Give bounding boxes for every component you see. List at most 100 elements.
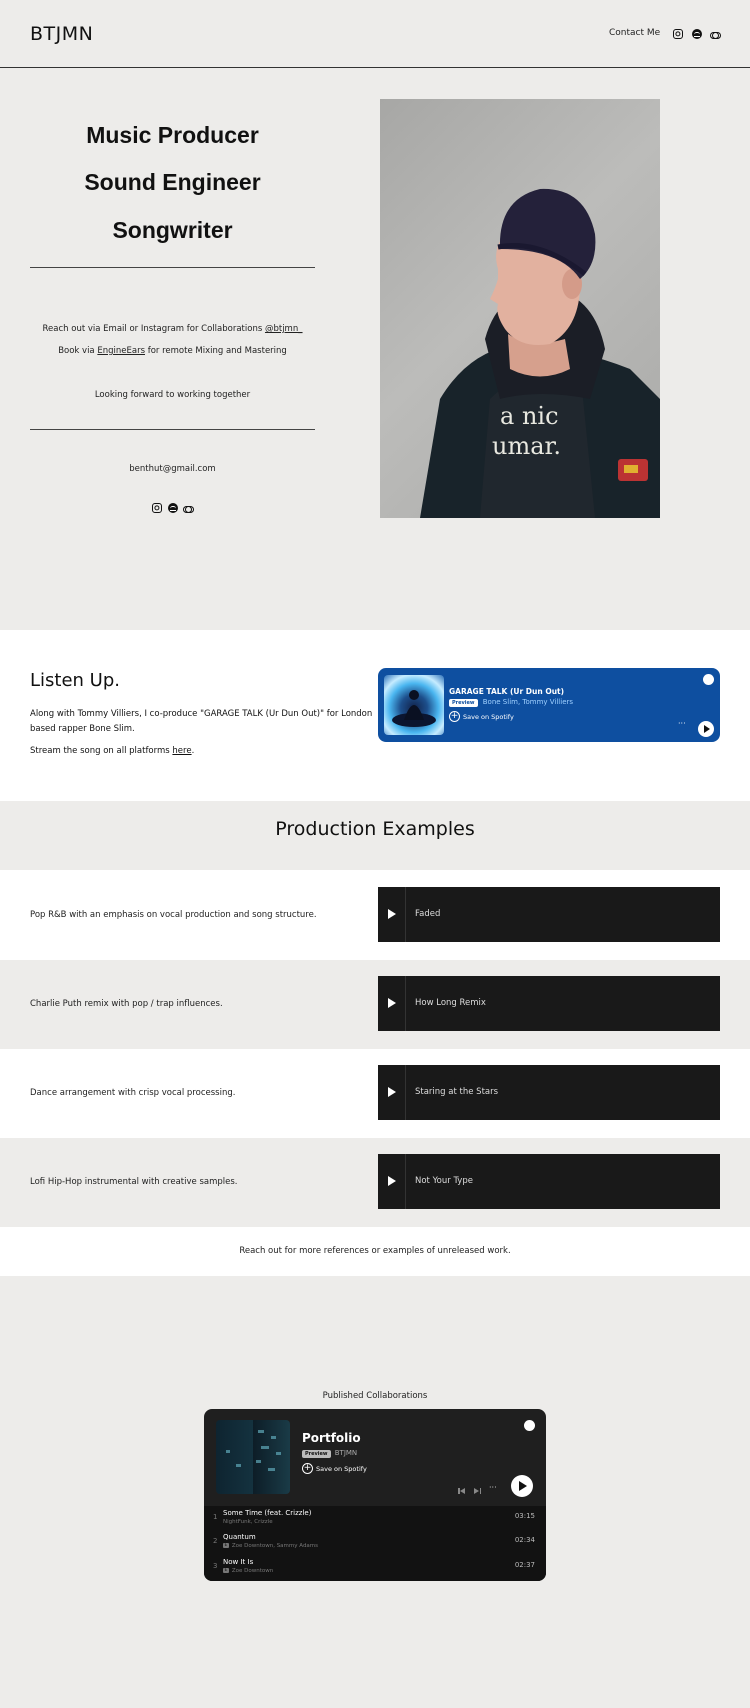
- stream-prefix: Stream the song on all platforms: [30, 746, 170, 756]
- spotify-icon[interactable]: [692, 29, 702, 39]
- more-options-button[interactable]: ···: [489, 1483, 497, 1492]
- engineears-link[interactable]: EngineEars: [97, 346, 145, 356]
- preview-badge: Preview: [449, 699, 478, 707]
- embed-artists-line: Preview Bone Slim, Tommy Villiers: [449, 698, 573, 707]
- save-on-spotify-button[interactable]: + Save on Spotify: [302, 1463, 367, 1474]
- listen-paragraph: Along with Tommy Villiers, I co-produce …: [30, 709, 373, 734]
- preview-badge: Preview: [302, 1450, 331, 1458]
- instagram-icon[interactable]: [673, 29, 683, 39]
- save-label: Save on Spotify: [463, 712, 514, 721]
- production-row-desc: Charlie Puth remix with pop / trap influ…: [30, 999, 223, 1009]
- book-text: Book via EngineEars for remote Mixing an…: [30, 346, 315, 356]
- audio-track-title: Not Your Type: [415, 1176, 473, 1186]
- play-button[interactable]: [378, 1154, 406, 1209]
- reach-out-text: Reach out for more references or example…: [239, 1246, 511, 1256]
- album-art-figure: [392, 690, 436, 727]
- production-title: Production Examples: [275, 818, 475, 840]
- audio-player: Staring at the Stars: [378, 1065, 720, 1120]
- svg-text:a nic: a nic: [500, 402, 559, 430]
- prev-arrow-icon: [460, 1488, 465, 1494]
- track-row[interactable]: 2 Quantum E Zoe Downtown, Sammy Adams 02:…: [204, 1533, 546, 1557]
- track-number: 3: [213, 1562, 218, 1570]
- playlist-tracklist: 1 Some Time (feat. Crizzle) NightFunk, C…: [204, 1506, 546, 1581]
- collab-text: Reach out via Email or Instagram for Col…: [30, 324, 315, 334]
- stream-text: Stream the song on all platforms here.: [30, 744, 375, 759]
- track-row[interactable]: 1 Some Time (feat. Crizzle) NightFunk, C…: [204, 1509, 546, 1533]
- save-label: Save on Spotify: [316, 1464, 367, 1473]
- track-name[interactable]: Quantum: [223, 1533, 256, 1541]
- link-icon[interactable]: [710, 29, 721, 39]
- play-button[interactable]: [378, 887, 406, 942]
- track-row[interactable]: 3 Now It Is E Zoe Downtown 02:37: [204, 1558, 546, 1581]
- playlist-title[interactable]: Portfolio: [302, 1431, 361, 1445]
- audio-track-title: Staring at the Stars: [415, 1087, 499, 1097]
- more-options-button[interactable]: ···: [678, 719, 686, 728]
- site-header: BTJMN Contact Me: [0, 0, 750, 68]
- contact-me-link[interactable]: Contact Me: [609, 28, 660, 38]
- embed-artists[interactable]: Bone Slim, Tommy Villiers: [483, 698, 573, 706]
- listen-title: Listen Up.: [30, 670, 120, 691]
- play-button[interactable]: [378, 1065, 406, 1120]
- spotify-logo-icon[interactable]: [524, 1420, 535, 1431]
- instagram-icon[interactable]: [152, 503, 162, 513]
- instagram-handle-link[interactable]: @btjmn_: [265, 324, 303, 334]
- plus-circle-icon: +: [302, 1463, 313, 1474]
- play-icon: [519, 1481, 527, 1491]
- play-button[interactable]: [378, 976, 406, 1031]
- audio-player: Faded: [378, 887, 720, 942]
- spotify-track-embed[interactable]: GARAGE TALK (Ur Dun Out) Preview Bone Sl…: [378, 668, 720, 742]
- track-artist: Zoe Downtown, Sammy Adams: [231, 1543, 319, 1549]
- track-name[interactable]: Now It Is: [223, 1558, 253, 1566]
- plus-circle-icon: +: [449, 711, 460, 722]
- audio-player: How Long Remix: [378, 976, 720, 1031]
- spotify-icon[interactable]: [168, 503, 178, 513]
- production-row-desc: Pop R&B with an emphasis on vocal produc…: [30, 910, 317, 920]
- audio-player: Not Your Type: [378, 1154, 720, 1209]
- play-icon: [704, 725, 710, 733]
- link-icon[interactable]: [183, 503, 194, 513]
- role-sound-engineer: Sound Engineer: [84, 169, 261, 195]
- explicit-badge: E: [223, 1568, 229, 1573]
- track-duration: 02:34: [514, 1536, 535, 1544]
- spotify-playlist-embed[interactable]: Portfolio Preview BTJMN + Save on Spotif…: [204, 1409, 546, 1581]
- previous-track-button[interactable]: [458, 1487, 466, 1495]
- next-track-button[interactable]: [474, 1487, 482, 1495]
- track-artist-line: E Zoe Downtown: [223, 1568, 273, 1574]
- portrait-photo: a nic umar.: [380, 99, 660, 518]
- track-artist: NightFunk, Crizzle: [223, 1519, 273, 1525]
- collab-label: Reach out via Email or Instagram for Col…: [42, 324, 263, 334]
- save-on-spotify-button[interactable]: + Save on Spotify: [449, 711, 514, 722]
- playlist-owner-line: Preview BTJMN: [302, 1449, 357, 1458]
- role-music-producer: Music Producer: [86, 122, 259, 148]
- book-prefix: Book via: [58, 346, 95, 356]
- closing-text: Looking forward to working together: [94, 390, 251, 400]
- track-name[interactable]: Some Time (feat. Crizzle): [223, 1509, 311, 1517]
- track-artist-line: E Zoe Downtown, Sammy Adams: [223, 1543, 318, 1549]
- divider: [30, 429, 315, 430]
- track-duration: 02:37: [514, 1561, 535, 1569]
- track-number: 1: [213, 1513, 218, 1521]
- published-label: Published Collaborations: [322, 1391, 428, 1401]
- playlist-owner[interactable]: BTJMN: [335, 1449, 357, 1457]
- portrait-illustration: a nic umar.: [420, 188, 660, 518]
- explicit-badge: E: [223, 1543, 229, 1548]
- next-bar-icon: [479, 1488, 481, 1494]
- spotify-logo-icon[interactable]: [703, 674, 714, 685]
- site-logo[interactable]: BTJMN: [30, 23, 93, 45]
- svg-text:umar.: umar.: [492, 432, 561, 460]
- album-art: [384, 675, 444, 735]
- audio-track-title: How Long Remix: [415, 998, 486, 1008]
- role-songwriter: Songwriter: [112, 217, 233, 243]
- next-arrow-icon: [474, 1488, 479, 1494]
- track-artist: Zoe Downtown: [231, 1568, 274, 1574]
- audio-track-title: Faded: [415, 909, 441, 919]
- playlist-art: [216, 1420, 290, 1494]
- playlist-art-pattern: [226, 1430, 281, 1471]
- email-link[interactable]: benthut@gmail.com: [30, 464, 315, 474]
- play-button[interactable]: [698, 721, 714, 737]
- play-button[interactable]: [511, 1475, 533, 1497]
- stream-suffix: .: [191, 746, 195, 756]
- embed-track-title[interactable]: GARAGE TALK (Ur Dun Out): [449, 687, 564, 696]
- track-number: 2: [213, 1537, 218, 1545]
- stream-here-link[interactable]: here: [172, 746, 191, 756]
